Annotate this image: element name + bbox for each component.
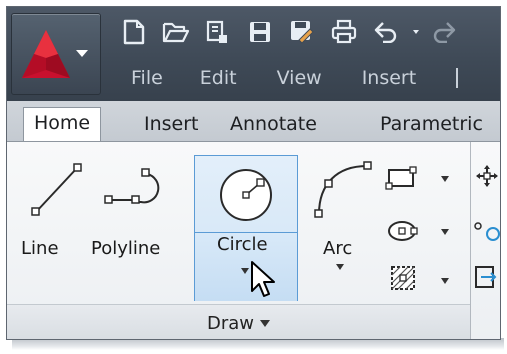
arc-tool-button[interactable]: Arc bbox=[307, 148, 379, 296]
undo-icon[interactable] bbox=[371, 17, 401, 47]
tab-home[interactable]: Home bbox=[23, 107, 102, 141]
tab-annotate[interactable]: Annotate bbox=[230, 109, 317, 141]
open-icon[interactable] bbox=[161, 17, 191, 47]
chevron-down-icon bbox=[441, 278, 449, 284]
ribbon-panel-area: Line Polyline Circle Arc Draw bbox=[7, 142, 501, 339]
arc-label: Arc bbox=[323, 238, 353, 259]
arc-dropdown-chevron-icon bbox=[336, 264, 344, 270]
title-bar: File Edit View Insert bbox=[7, 7, 500, 101]
ribbon-tab-bar: Home Insert Annotate Parametric bbox=[7, 101, 500, 142]
line-tool-button[interactable]: Line bbox=[21, 148, 82, 296]
tab-parametric[interactable]: Parametric bbox=[380, 109, 483, 141]
circle-label: Circle bbox=[217, 234, 268, 255]
quick-access-toolbar bbox=[119, 15, 471, 49]
circle-tool-button[interactable]: Circle bbox=[194, 155, 298, 301]
undo-dropdown-icon[interactable] bbox=[413, 17, 419, 47]
line-icon bbox=[31, 163, 82, 216]
menu-view[interactable]: View bbox=[277, 67, 322, 89]
copy-icon[interactable] bbox=[473, 220, 501, 242]
menu-file[interactable]: File bbox=[131, 67, 163, 89]
panel-divider bbox=[470, 142, 471, 339]
line-label: Line bbox=[21, 238, 59, 259]
menu-insert[interactable]: Insert bbox=[362, 67, 417, 89]
modify-panel-partial bbox=[473, 142, 501, 339]
rectangle-tool-button[interactable] bbox=[385, 160, 455, 194]
tab-insert[interactable]: Insert bbox=[144, 109, 199, 141]
redo-icon[interactable] bbox=[429, 17, 459, 47]
ellipse-icon bbox=[388, 221, 418, 241]
save-as-icon[interactable] bbox=[287, 17, 317, 47]
polyline-label: Polyline bbox=[91, 238, 161, 259]
stretch-icon[interactable] bbox=[473, 264, 501, 290]
chevron-down-icon bbox=[441, 176, 449, 182]
plot-icon[interactable] bbox=[203, 17, 233, 47]
draw-panel-title: Draw bbox=[206, 313, 254, 334]
menu-separator bbox=[456, 68, 459, 88]
circle-dropdown-chevron-icon bbox=[241, 268, 249, 274]
chevron-down-icon bbox=[76, 50, 88, 57]
new-icon[interactable] bbox=[119, 17, 149, 47]
circle-icon bbox=[220, 169, 272, 221]
draw-panel-title-bar[interactable]: Draw bbox=[7, 304, 470, 339]
save-icon[interactable] bbox=[245, 17, 275, 47]
move-icon[interactable] bbox=[475, 164, 499, 188]
hatch-icon bbox=[391, 266, 415, 290]
application-menu-button[interactable] bbox=[11, 13, 101, 95]
hatch-tool-button[interactable] bbox=[385, 258, 455, 298]
menu-edit[interactable]: Edit bbox=[200, 67, 237, 89]
draw-panel: Line Polyline Circle Arc Draw bbox=[7, 142, 470, 339]
mouse-cursor-icon bbox=[251, 261, 275, 297]
chevron-down-icon bbox=[260, 320, 270, 327]
circle-dropdown-area[interactable]: Circle bbox=[195, 232, 297, 301]
menu-bar: File Edit View Insert bbox=[103, 61, 459, 95]
rectangle-icon bbox=[385, 166, 417, 190]
print-icon[interactable] bbox=[329, 17, 359, 47]
autocad-logo-icon bbox=[22, 30, 70, 78]
polyline-icon bbox=[104, 168, 160, 204]
autocad-window: File Edit View Insert Home Insert Annota… bbox=[6, 6, 501, 340]
arc-icon bbox=[314, 161, 372, 218]
chevron-down-icon bbox=[441, 229, 449, 235]
ellipse-tool-button[interactable] bbox=[385, 214, 455, 248]
polyline-tool-button[interactable]: Polyline bbox=[91, 148, 187, 296]
